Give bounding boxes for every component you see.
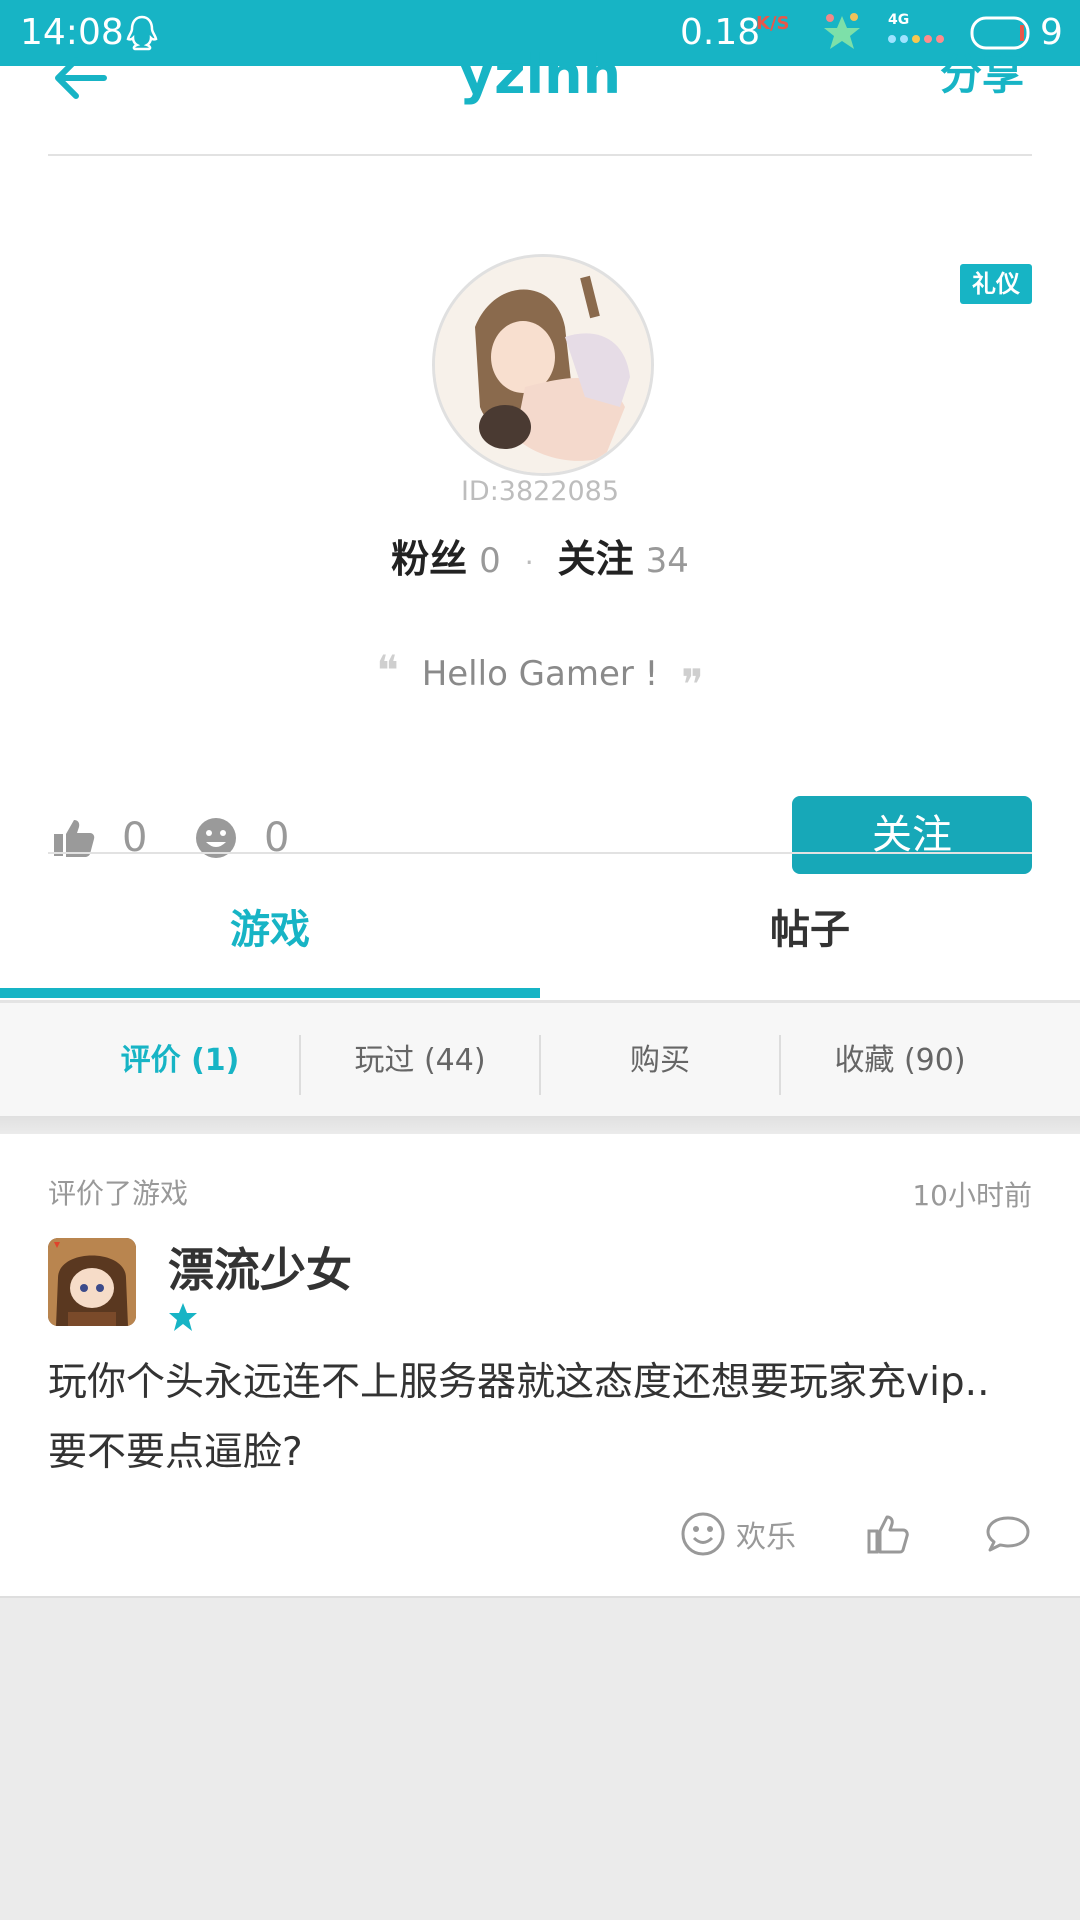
comment-button[interactable]: [986, 1506, 1030, 1562]
review-time: 10小时前: [912, 1179, 1032, 1212]
following-count[interactable]: 34: [646, 541, 689, 581]
funny-reaction-button[interactable]: 欢乐: [680, 1506, 796, 1562]
qq-notification-icon: [124, 14, 160, 54]
rating-star-icon: [168, 1302, 198, 1332]
subtab-reviews[interactable]: 评价 (1): [60, 1003, 300, 1119]
header-divider: [48, 154, 1032, 156]
follow-button[interactable]: 关注: [792, 796, 1032, 874]
signature-text: Hello Gamer !: [421, 654, 659, 694]
funny-count: 0: [264, 815, 290, 861]
battery-level: 9: [1040, 12, 1063, 53]
fans-count[interactable]: 0: [479, 541, 501, 581]
subtab-shadow: [0, 1116, 1080, 1134]
social-counts: 粉丝 0 · 关注 34: [0, 528, 1080, 583]
subtab-purchased[interactable]: 购买: [540, 1003, 780, 1119]
smiley-outline-icon: [680, 1511, 726, 1557]
speed-unit: K/S: [756, 13, 790, 34]
signal-4g-label: 4G: [888, 12, 910, 28]
following-label[interactable]: 关注: [558, 537, 634, 581]
review-card[interactable]: 评价了游戏 10小时前 漂流少女 玩你个头永远连不上服务器就这态度还想要玩家充v…: [0, 1134, 1080, 1598]
subtab-favorites[interactable]: 收藏 (90): [780, 1003, 1020, 1119]
game-name[interactable]: 漂流少女: [168, 1234, 352, 1300]
tab-games[interactable]: 游戏: [0, 870, 540, 990]
reaction-label: 欢乐: [736, 1520, 796, 1555]
separator-dot: ·: [524, 546, 534, 579]
review-text: 玩你个头永远连不上服务器就这态度还想要玩家充vip..要不要点逼脸?: [48, 1360, 990, 1475]
close-quote-icon: ❞: [681, 660, 704, 709]
tab-indicator: [0, 988, 540, 998]
user-id: ID:3822085: [460, 476, 620, 507]
open-quote-icon: ❝: [376, 646, 399, 695]
page-title: yzlnh: [458, 43, 622, 106]
back-arrow-icon[interactable]: [52, 56, 108, 102]
avatar[interactable]: [432, 254, 654, 476]
likes-stat[interactable]: 0: [52, 808, 147, 868]
review-action: 评价了游戏: [48, 1177, 189, 1210]
subtab-played[interactable]: 玩过 (44): [300, 1003, 540, 1119]
comment-bubble-icon: [986, 1514, 1030, 1554]
fans-label[interactable]: 粉丝: [391, 537, 467, 581]
likes-count: 0: [122, 815, 148, 861]
star-notification-icon: [820, 10, 864, 54]
share-button[interactable]: 分享: [940, 42, 1024, 108]
signature: ❝ Hello Gamer ! ❞: [0, 646, 1080, 709]
thumbs-up-outline-icon: [866, 1512, 910, 1556]
etiquette-badge[interactable]: 礼仪: [960, 264, 1032, 304]
like-button[interactable]: [866, 1506, 910, 1562]
funny-stat[interactable]: 0: [194, 808, 289, 868]
game-icon[interactable]: [48, 1238, 136, 1326]
tab-posts[interactable]: 帖子: [540, 870, 1080, 990]
subtab-bar: 评价 (1) 玩过 (44) 购买 收藏 (90): [0, 1000, 1080, 1119]
section-divider: [48, 852, 1032, 854]
